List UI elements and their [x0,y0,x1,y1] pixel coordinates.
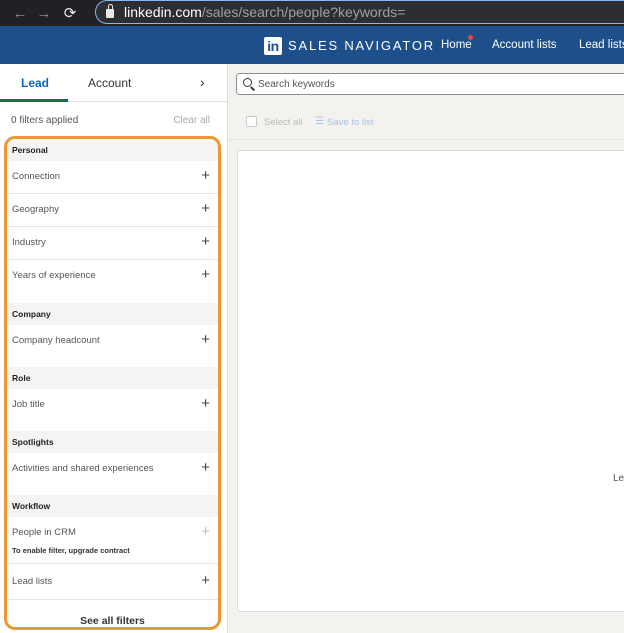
tab-account[interactable]: Account [88,76,131,90]
search-input[interactable]: Search keywords [236,73,624,95]
select-all-checkbox[interactable] [246,116,257,127]
clear-all-button[interactable]: Clear all [173,115,210,126]
filter-years-of-experience[interactable]: Years of experience + [7,260,218,293]
active-tab-indicator [0,99,68,102]
section-label: Workflow [12,501,51,511]
plus-icon[interactable]: + [201,234,210,250]
upgrade-note: To enable filter, upgrade contract [12,546,130,555]
address-bar[interactable]: linkedin.com/sales/search/people?keyword… [95,0,624,24]
plus-icon[interactable]: + [201,332,210,348]
forward-arrow-icon[interactable]: → [32,5,56,22]
filters-highlight-frame: Personal Connection + Geography + Indust… [4,136,221,630]
nav-account-lists[interactable]: Account lists [492,39,557,51]
filter-industry[interactable]: Industry + [7,227,218,260]
filter-label: Connection [12,171,61,182]
reload-icon[interactable]: ⟳ [58,4,82,22]
filter-label: Company headcount [12,335,100,346]
filter-label: Geography [12,204,60,215]
nav-home[interactable]: Home [441,39,472,51]
section-spotlights: Spotlights [7,431,218,453]
section-label: Spotlights [12,437,54,447]
browser-toolbar: ← → ⟳ linkedin.com/sales/search/people?k… [0,0,624,26]
lock-icon [106,4,114,18]
filter-activities-and-shared-experiences[interactable]: Activities and shared experiences + [7,453,218,486]
filter-label: Lead lists [12,576,53,587]
chevron-right-icon[interactable]: › [200,74,205,90]
section-company: Company [7,303,218,325]
plus-icon[interactable]: + [201,396,210,412]
section-label: Role [12,373,31,383]
url-text: linkedin.com/sales/search/people?keyword… [124,4,405,20]
brand-title[interactable]: SALES NAVIGATOR [288,38,435,53]
results-toolbar: Select all ☰ Save to list [228,104,624,140]
select-all-label[interactable]: Select all [264,117,303,128]
url-domain: linkedin.com [124,4,202,20]
back-arrow-icon[interactable]: ← [8,5,32,22]
filters-summary: 0 filters applied Clear all [0,108,228,134]
filter-label: People in CRM [12,527,76,538]
filter-job-title[interactable]: Job title + [7,389,218,422]
plus-icon[interactable]: + [201,573,210,589]
results-panel: Le [237,150,624,612]
tab-lead[interactable]: Lead [21,76,49,90]
section-label: Company [12,309,51,319]
plus-icon[interactable]: + [201,201,210,217]
filters-applied-count: 0 filters applied [11,115,79,126]
section-workflow: Workflow [7,495,218,517]
plus-icon: + [201,523,210,540]
filter-sidebar: Lead Account › 0 filters applied Clear a… [0,64,228,633]
filter-label: Activities and shared experiences [12,463,154,474]
notification-dot-icon [468,35,473,40]
filter-company-headcount[interactable]: Company headcount + [7,325,218,358]
filter-people-in-crm: People in CRM + To enable filter, upgrad… [7,517,218,564]
app-header: in SALES NAVIGATOR Home Account lists Le… [0,26,624,64]
filter-geography[interactable]: Geography + [7,194,218,227]
section-role: Role [7,367,218,389]
filter-connection[interactable]: Connection + [7,161,218,194]
plus-icon[interactable]: + [201,168,210,184]
section-personal: Personal [7,139,218,161]
plus-icon[interactable]: + [201,267,210,283]
filter-label: Years of experience [12,270,96,281]
filter-lead-lists[interactable]: Lead lists + [7,564,218,600]
save-to-list-button[interactable]: Save to list [327,117,373,128]
filter-label: Job title [12,399,45,410]
list-icon: ☰ [315,116,324,127]
url-path: /sales/search/people?keywords= [201,4,406,20]
search-icon [243,78,252,87]
see-all-filters-button[interactable]: See all filters [7,615,218,627]
section-label: Personal [12,145,48,155]
search-placeholder: Search keywords [258,79,335,90]
results-message: Le [613,473,624,484]
search-type-tabs: Lead Account › [0,64,228,102]
nav-lead-lists[interactable]: Lead lists [579,39,624,51]
plus-icon[interactable]: + [201,460,210,476]
filter-label: Industry [12,237,46,248]
linkedin-logo-icon[interactable]: in [264,37,282,55]
